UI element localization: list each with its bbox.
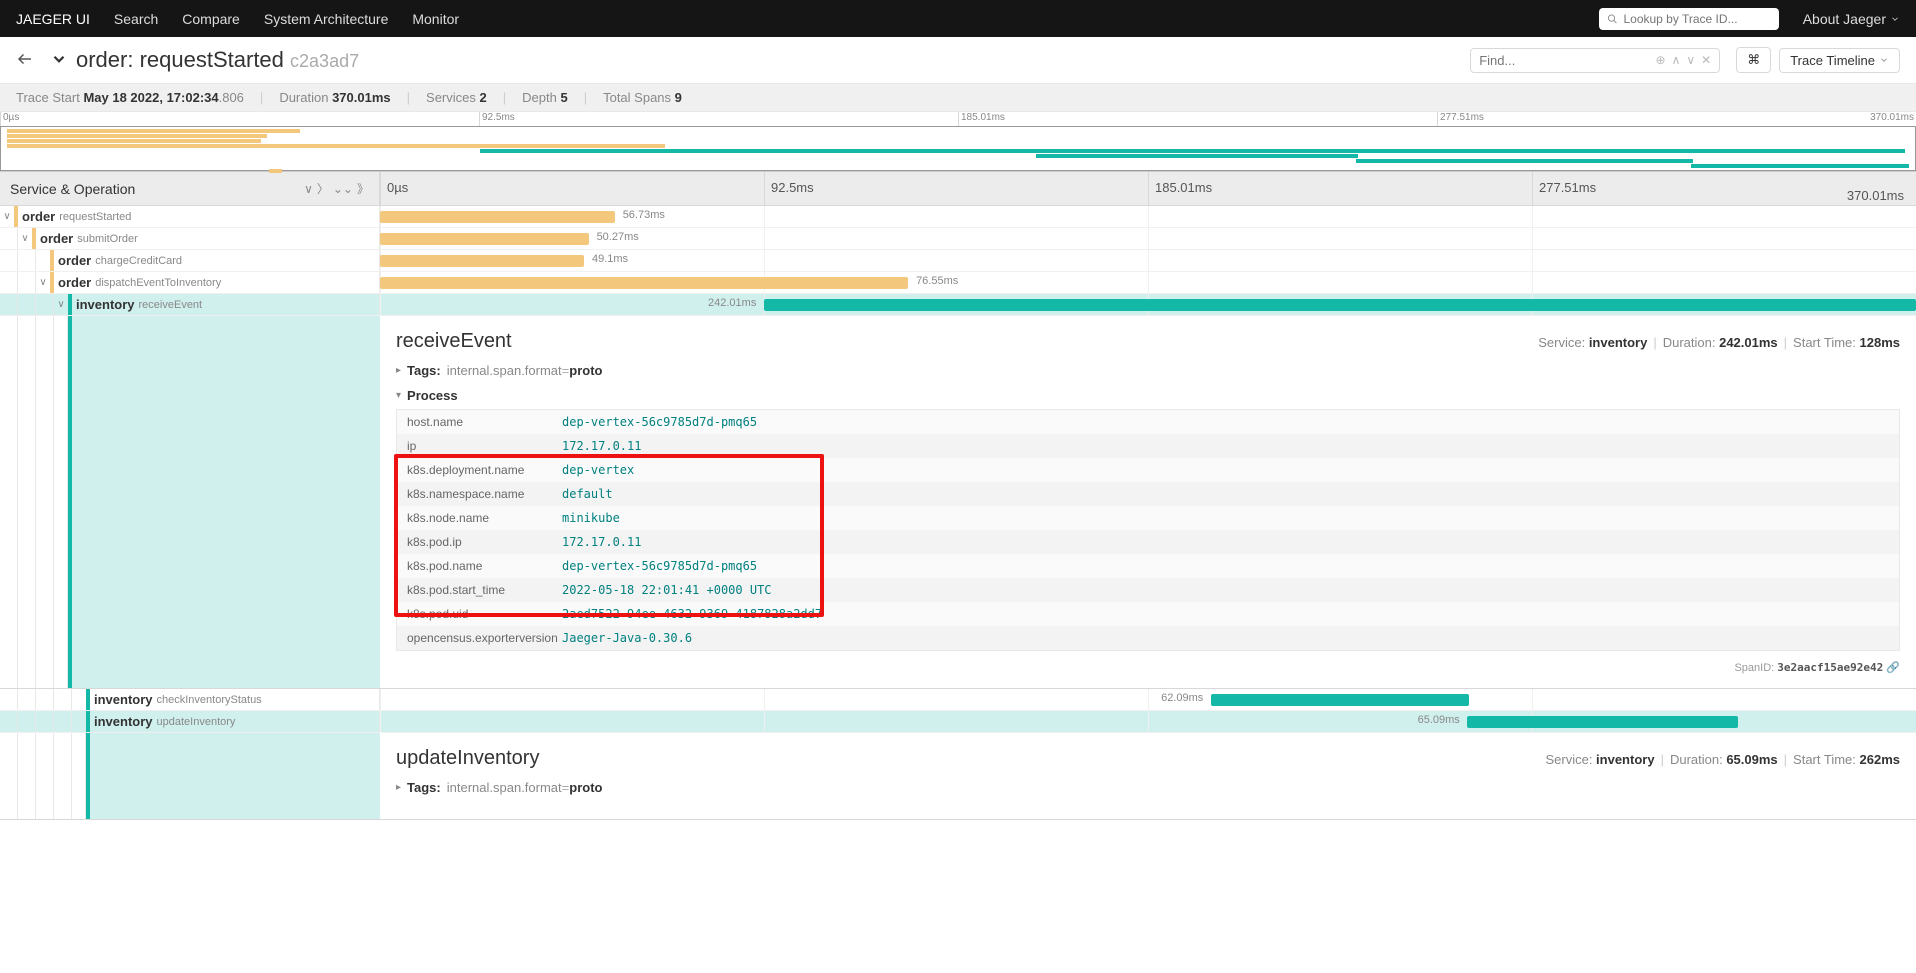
span-operation: dispatchEventToInventory	[95, 274, 221, 292]
span-service: inventory	[72, 294, 139, 315]
span-row[interactable]: ∨ ordersubmitOrder 50.27ms	[0, 228, 1916, 250]
span-row[interactable]: inventorycheckInventoryStatus 62.09ms	[0, 689, 1916, 711]
tree-header-label: Service & Operation	[10, 181, 135, 197]
link-icon[interactable]: 🔗	[1886, 662, 1900, 674]
span-service: order	[54, 272, 95, 293]
minimap[interactable]: 0µs 92.5ms 185.01ms 277.51ms 370.01ms	[0, 112, 1916, 172]
expand-icon[interactable]: ∨	[0, 211, 14, 222]
process-kv: k8s.pod.start_time2022-05-18 22:01:41 +0…	[397, 578, 1899, 602]
span-duration: 242.01ms	[708, 297, 756, 309]
expand-icon[interactable]: ∨	[36, 277, 50, 288]
find-next-icon[interactable]: ∨	[1686, 53, 1695, 67]
span-operation: requestStarted	[59, 208, 131, 226]
nav-compare[interactable]: Compare	[182, 11, 240, 27]
shortcut-button[interactable]: ⌘	[1736, 47, 1771, 73]
trace-title: order: requestStarted c2a3ad7	[76, 47, 359, 73]
span-operation: receiveEvent	[139, 296, 203, 314]
span-row[interactable]: inventoryupdateInventory 65.09ms	[0, 711, 1916, 733]
span-duration: 56.73ms	[623, 209, 665, 221]
process-kv: k8s.namespace.namedefault	[397, 482, 1899, 506]
expand-all-icon[interactable]: 》	[357, 180, 369, 197]
find-box[interactable]: ⊕ ∧ ∨ ✕	[1470, 48, 1720, 73]
span-duration: 49.1ms	[592, 253, 628, 265]
process-kv: ip172.17.0.11	[397, 434, 1899, 458]
span-service: order	[54, 250, 95, 271]
span-service: order	[18, 206, 59, 227]
expand-icon[interactable]: ∨	[54, 299, 68, 310]
process-kv: k8s.node.nameminikube	[397, 506, 1899, 530]
back-button[interactable]	[16, 50, 34, 71]
span-row[interactable]: ∨ orderdispatchEventToInventory 76.55ms	[0, 272, 1916, 294]
chevron-down-icon: ▾	[396, 390, 401, 401]
stats-bar: Trace Start May 18 2022, 17:02:34.806 | …	[0, 84, 1916, 112]
collapse-all-icon[interactable]: ⌄⌄	[333, 182, 353, 196]
nav-search[interactable]: Search	[114, 11, 158, 27]
chevron-down-icon	[50, 50, 68, 68]
trace-lookup-input[interactable]	[1623, 12, 1770, 26]
span-bar[interactable]	[380, 277, 908, 289]
span-service: inventory	[90, 689, 157, 710]
find-input[interactable]	[1479, 53, 1655, 68]
span-operation: updateInventory	[157, 713, 236, 731]
span-bar[interactable]	[380, 255, 584, 267]
span-operation: chargeCreditCard	[95, 252, 182, 270]
collapse-one-icon[interactable]: ∨	[304, 182, 313, 196]
span-id: SpanID: 3e2aacf15ae92e42 🔗	[396, 661, 1900, 674]
search-icon	[1607, 13, 1618, 25]
span-bar[interactable]	[1211, 694, 1469, 706]
arrow-left-icon	[16, 50, 34, 68]
span-service: order	[36, 228, 77, 249]
about-menu[interactable]: About Jaeger	[1803, 11, 1900, 27]
process-kv: k8s.pod.namedep-vertex-56c9785d7d-pmq65	[397, 554, 1899, 578]
span-duration: 76.55ms	[916, 275, 958, 287]
view-mode-select[interactable]: Trace Timeline	[1779, 48, 1900, 73]
span-detail: receiveEventService: inventory|Duration:…	[0, 316, 1916, 689]
find-target-icon[interactable]: ⊕	[1656, 53, 1666, 67]
span-duration: 50.27ms	[597, 231, 639, 243]
span-operation: checkInventoryStatus	[157, 691, 262, 709]
process-kv: k8s.pod.uid2aed7522-94ee-4632-9369-41878…	[397, 602, 1899, 626]
tags-row[interactable]: ▸Tags: internal.span.format = proto	[396, 363, 1900, 378]
detail-title: updateInventory	[396, 747, 539, 770]
process-table: host.namedep-vertex-56c9785d7d-pmq65ip17…	[396, 409, 1900, 651]
find-close-icon[interactable]: ✕	[1701, 53, 1711, 67]
chevron-down-icon	[1879, 55, 1889, 65]
trace-id: c2a3ad7	[290, 51, 359, 71]
process-kv: k8s.deployment.namedep-vertex	[397, 458, 1899, 482]
span-service: inventory	[90, 711, 157, 732]
chevron-down-icon	[1890, 14, 1900, 24]
find-prev-icon[interactable]: ∧	[1672, 53, 1681, 67]
nav-monitor[interactable]: Monitor	[412, 11, 459, 27]
expand-one-icon[interactable]: 〉	[317, 180, 329, 197]
process-kv: host.namedep-vertex-56c9785d7d-pmq65	[397, 410, 1899, 434]
trace-lookup[interactable]	[1599, 8, 1779, 30]
process-kv: k8s.pod.ip172.17.0.11	[397, 530, 1899, 554]
span-bar[interactable]	[380, 233, 589, 245]
top-nav: JAEGER UI Search Compare System Architec…	[0, 0, 1916, 37]
span-duration: 62.09ms	[1161, 692, 1203, 704]
process-row[interactable]: ▾Process	[396, 388, 1900, 403]
span-row[interactable]: ∨ orderrequestStarted 56.73ms	[0, 206, 1916, 228]
tags-row[interactable]: ▸Tags: internal.span.format = proto	[396, 780, 1900, 795]
nav-architecture[interactable]: System Architecture	[264, 11, 389, 27]
timeline-header: Service & Operation ∨ 〉 ⌄⌄ 》 0µs 92.5ms …	[0, 172, 1916, 206]
span-row[interactable]: orderchargeCreditCard 49.1ms	[0, 250, 1916, 272]
span-bar[interactable]	[380, 211, 615, 223]
span-operation: submitOrder	[77, 230, 138, 248]
brand: JAEGER UI	[16, 11, 90, 27]
detail-title: receiveEvent	[396, 330, 512, 353]
span-row[interactable]: ∨ inventoryreceiveEvent 242.01ms	[0, 294, 1916, 316]
collapse-header[interactable]	[50, 50, 68, 71]
expand-icon[interactable]: ∨	[18, 233, 32, 244]
span-duration: 65.09ms	[1418, 714, 1460, 726]
chevron-right-icon: ▸	[396, 365, 401, 376]
chevron-right-icon: ▸	[396, 782, 401, 793]
trace-header: order: requestStarted c2a3ad7 ⊕ ∧ ∨ ✕ ⌘ …	[0, 37, 1916, 84]
span-bar[interactable]	[764, 299, 1916, 311]
span-bar[interactable]	[1467, 716, 1737, 728]
process-kv: opencensus.exporterversionJaeger-Java-0.…	[397, 626, 1899, 650]
span-detail: updateInventoryService: inventory|Durati…	[0, 733, 1916, 820]
